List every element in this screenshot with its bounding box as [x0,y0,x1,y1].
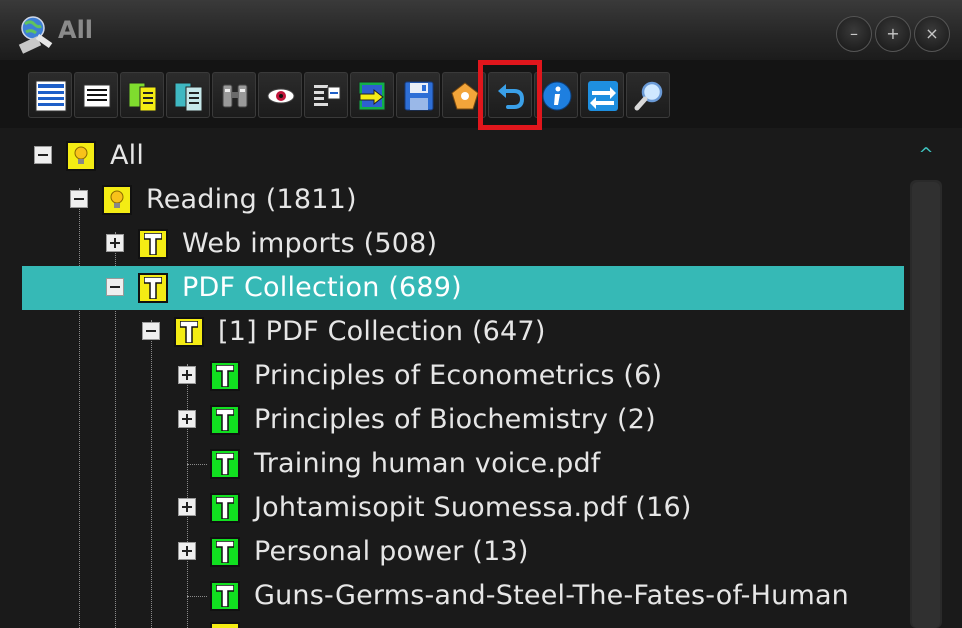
title-bar[interactable]: All – + × [0,0,962,60]
pentagon-button[interactable] [442,72,486,118]
tree-item-all[interactable]: All [22,134,904,178]
topic-green-icon [210,361,240,391]
import-export-icon [358,81,386,111]
collapse-toggle[interactable] [142,322,160,340]
eye-icon [267,88,295,104]
list-button[interactable] [74,72,118,118]
app-window: All – + × All Reading (1811) Web imports… [0,0,962,628]
tree-item-label: PDF Collection (689) [182,272,462,303]
topic-green-icon [210,405,240,435]
expand-toggle[interactable] [178,410,196,428]
tree-item-label: Training human voice.pdf [254,448,601,479]
copy-teal-icon [174,82,203,112]
info-button[interactable] [534,72,578,118]
expand-toggle[interactable] [178,542,196,560]
tree-item-pdf-collection-1[interactable]: [1] PDF Collection (647) [22,310,904,354]
tree-item-label: All [110,140,145,171]
swap-icon [588,81,618,111]
topic-green-icon [210,537,240,567]
eye-button[interactable] [258,72,302,118]
window-title: All [58,16,94,44]
tree-item-label: Guns-Germs-and-Steel-The-Fates-of-Human [254,580,849,611]
tree-item-label: Web imports (508) [182,228,438,259]
maximize-button[interactable]: + [875,16,911,52]
expand-toggle[interactable] [178,366,196,384]
tree-item-label: Reading (1811) [146,184,357,215]
tree-item-web-imports[interactable]: Web imports (508) [22,222,904,266]
collapse-toggle[interactable] [106,278,124,296]
tree-item-label: Principles of Biochemistry (2) [254,404,656,435]
toolbar [0,60,962,128]
save-icon [404,81,434,111]
tree-item-reading[interactable]: Reading (1811) [22,178,904,222]
topic-yellow-icon [138,229,168,259]
search-icon [634,81,663,111]
tree-item-label: [1] PDF Collection (647) [218,316,546,347]
scrollbar-thumb[interactable] [912,182,940,628]
outline-icon [314,85,341,106]
binoculars-icon [222,84,248,108]
topic-yellow-icon [138,273,168,303]
save-button[interactable] [396,72,440,118]
list-all-button[interactable] [28,72,72,118]
close-button[interactable]: × [914,16,950,52]
tree-item-training-voice[interactable]: Training human voice.pdf [22,442,904,486]
tree-item-johtamisopit[interactable]: Johtamisopit Suomessa.pdf (16) [22,486,904,530]
tree-item-label: Johtamisopit Suomessa.pdf (16) [254,492,692,523]
list-icon [83,84,111,108]
swap-button[interactable] [580,72,624,118]
search-button[interactable] [626,72,670,118]
undo-icon [498,84,525,109]
binoculars-button[interactable] [212,72,256,118]
tree-view[interactable]: All Reading (1811) Web imports (508) PDF… [22,132,904,628]
pentagon-icon [451,82,479,110]
tree-item-guns-germs-steel[interactable]: Guns-Germs-and-Steel-The-Fates-of-Human [22,574,904,618]
copy-green-button[interactable] [120,72,164,118]
tree-item-label: Principles of Econometrics (6) [254,360,663,391]
undo-button[interactable] [488,72,532,118]
scroll-up-arrow[interactable]: ^ [914,144,938,165]
tree-item-pdf-collection[interactable]: PDF Collection (689) [22,266,904,310]
copy-teal-button[interactable] [166,72,210,118]
tree-item-label: Personal power (13) [254,536,529,567]
copy-green-icon [128,82,157,112]
info-icon [542,81,572,111]
collapse-toggle[interactable] [34,146,52,164]
expand-toggle[interactable] [106,234,124,252]
topic-yellow-icon [174,317,204,347]
minimize-button[interactable]: – [836,16,872,52]
topic-green-icon [210,581,240,611]
topic-green-icon [210,493,240,523]
import-export-button[interactable] [350,72,394,118]
tree-item-econometrics[interactable]: Principles of Econometrics (6) [22,354,904,398]
expand-toggle[interactable] [178,498,196,516]
collapse-toggle[interactable] [70,190,88,208]
tree-item-biochemistry[interactable]: Principles of Biochemistry (2) [22,398,904,442]
bulb-icon [66,141,96,171]
topic-green-icon [210,449,240,479]
outline-button[interactable] [304,72,348,118]
topic-yellow-icon [210,622,240,628]
app-globe-icon [16,14,56,54]
list-all-icon [35,80,67,112]
tree-item-personal-power[interactable]: Personal power (13) [22,530,904,574]
bulb-icon [102,185,132,215]
